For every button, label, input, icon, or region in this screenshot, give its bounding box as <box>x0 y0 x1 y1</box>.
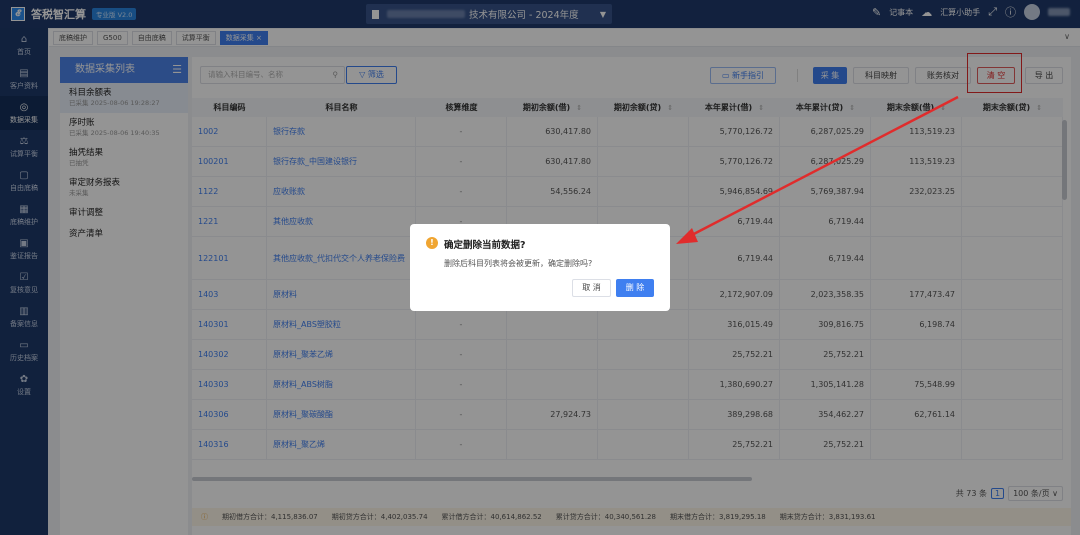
delete-button[interactable]: 删 除 <box>616 279 654 297</box>
dialog-title: 确定删除当前数据? <box>444 240 526 251</box>
warning-icon: ! <box>426 237 438 249</box>
dialog-message: 删除后科目列表将会被更新，确定删除吗? <box>444 259 593 268</box>
app-window: 𝓔 答税智汇算 专业版 V2.0 技术有限公司 - 2024年度 ▼ ✎ 记事本… <box>0 0 1080 535</box>
cancel-button[interactable]: 取 消 <box>572 279 611 297</box>
confirm-dialog: ! 确定删除当前数据? 删除后科目列表将会被更新，确定删除吗? 取 消 删 除 <box>410 224 670 311</box>
